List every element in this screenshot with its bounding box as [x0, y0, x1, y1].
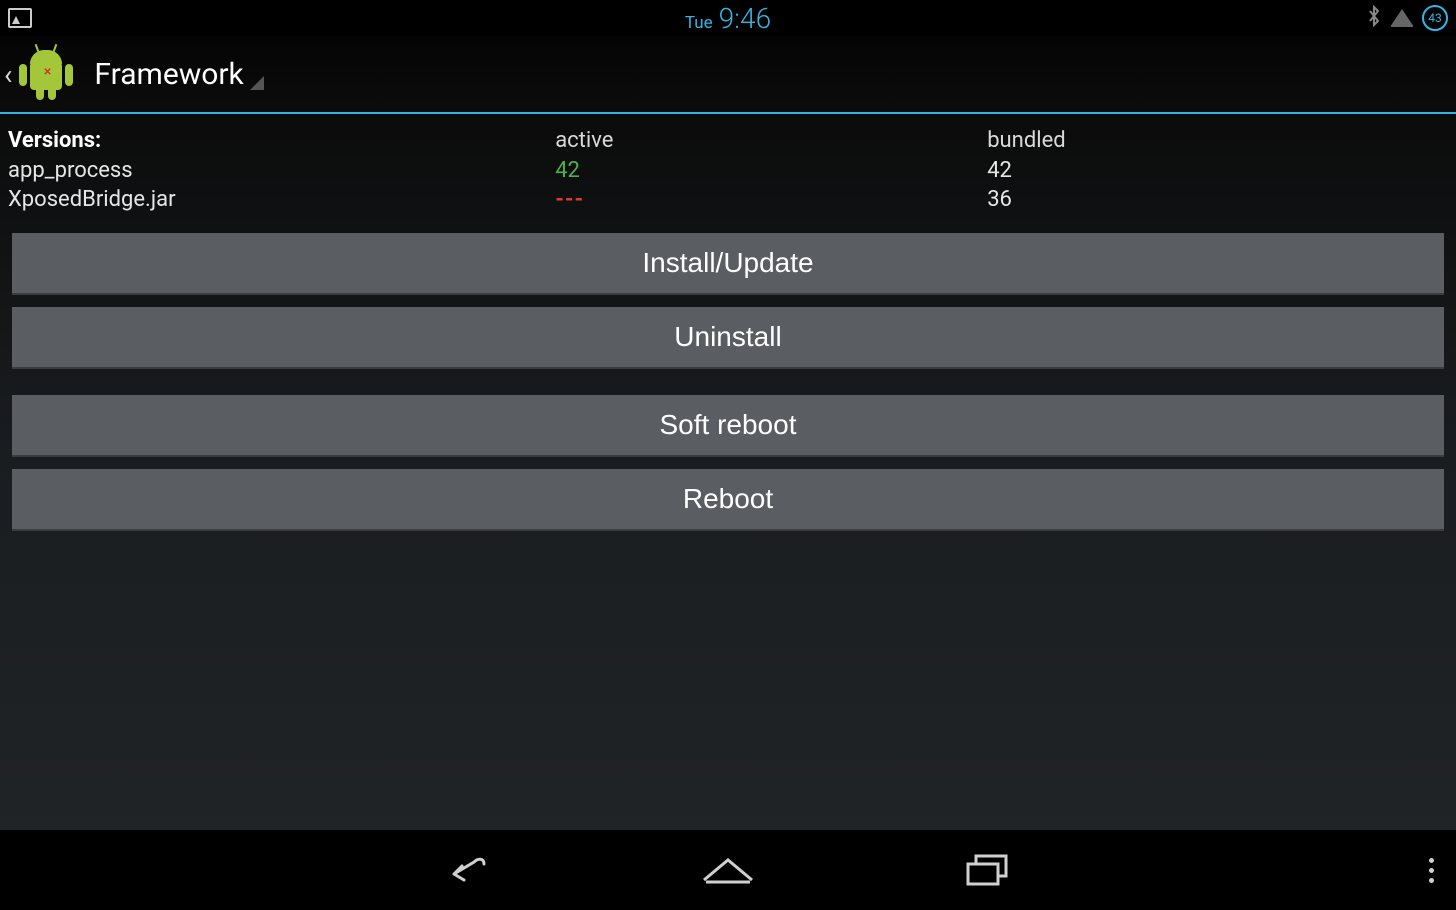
row-bundled-value: 42: [987, 156, 1448, 186]
status-bar: Tue 9:46 43: [0, 0, 1456, 36]
spinner-dropdown-icon[interactable]: [250, 76, 264, 90]
back-icon[interactable]: ‹: [4, 58, 12, 91]
column-bundled: bundled: [987, 126, 1448, 156]
battery-icon: 43: [1422, 5, 1448, 31]
row-label: XposedBridge.jar: [8, 185, 555, 215]
bluetooth-icon: [1366, 5, 1382, 32]
versions-header: Versions:: [8, 126, 555, 156]
nav-home-icon[interactable]: [698, 850, 758, 890]
status-day: Tue: [685, 13, 713, 33]
row-bundled-value: 36: [987, 185, 1448, 215]
battery-level: 43: [1428, 11, 1442, 25]
wifi-icon: [1390, 9, 1414, 27]
row-active-value: 42: [555, 156, 987, 186]
content-area: Versions: active bundled app_process 42 …: [0, 114, 1456, 551]
row-active-value: ---: [555, 185, 987, 215]
notification-picture-icon: [8, 8, 32, 28]
nav-menu-icon[interactable]: [1429, 858, 1434, 883]
status-time: 9:46: [719, 2, 771, 35]
page-title: Framework: [94, 57, 243, 92]
versions-table: Versions: active bundled app_process 42 …: [8, 126, 1448, 215]
navigation-bar: [0, 830, 1456, 910]
reboot-button[interactable]: Reboot: [12, 469, 1444, 531]
row-label: app_process: [8, 156, 555, 186]
column-active: active: [555, 126, 987, 156]
soft-reboot-button[interactable]: Soft reboot: [12, 395, 1444, 457]
uninstall-button[interactable]: Uninstall: [12, 307, 1444, 369]
action-bar[interactable]: ‹ ✕ Framework: [0, 36, 1456, 114]
app-icon[interactable]: ✕: [16, 44, 76, 104]
nav-back-icon[interactable]: [438, 850, 498, 890]
nav-recent-icon[interactable]: [958, 850, 1018, 890]
install-update-button[interactable]: Install/Update: [12, 233, 1444, 295]
